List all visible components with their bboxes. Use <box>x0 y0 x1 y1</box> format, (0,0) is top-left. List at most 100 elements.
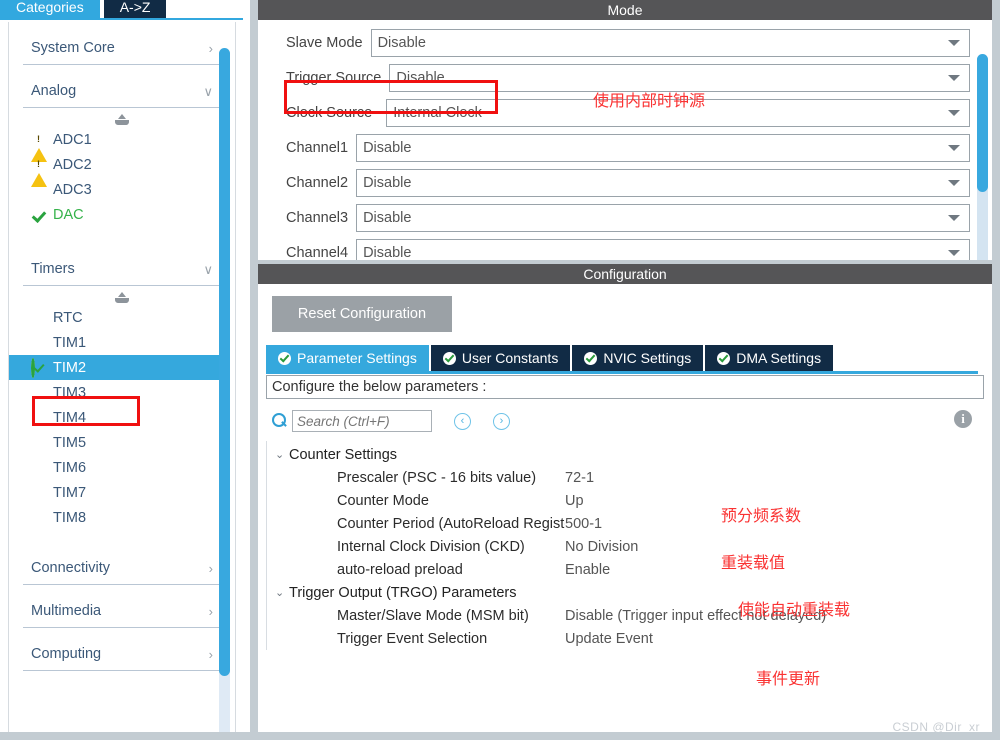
mode-panel-scrollbar[interactable] <box>977 54 988 260</box>
tab-user-constants[interactable]: User Constants <box>430 345 571 371</box>
info-icon[interactable]: i <box>954 410 972 428</box>
tab-dma-settings[interactable]: DMA Settings <box>705 345 834 371</box>
sidebar-item-label: RTC <box>53 309 83 326</box>
tab-label: User Constants <box>461 350 559 366</box>
param-value[interactable]: Enable <box>565 562 610 578</box>
sidebar-item-label: TIM2 <box>53 359 87 376</box>
category-group-computing: Computing › <box>23 628 221 671</box>
check-circle-icon <box>278 351 291 365</box>
param-value[interactable]: Update Event <box>565 631 653 647</box>
channel4-dropdown[interactable]: Disable <box>356 239 970 260</box>
param-row-prescaler[interactable]: Prescaler (PSC - 16 bits value) 72-1 <box>267 466 992 489</box>
param-row-clock-division[interactable]: Internal Clock Division (CKD) No Divisio… <box>267 535 992 558</box>
right-pane: Mode Slave Mode Disable Trigger Source D… <box>250 0 1000 740</box>
sidebar-item-rtc[interactable]: RTC <box>23 305 221 330</box>
category-header-timers[interactable]: Timers ∨ <box>23 257 221 286</box>
mode-panel-scrollbar-thumb[interactable] <box>977 54 988 192</box>
param-row-trigger-event-selection[interactable]: Trigger Event Selection Update Event <box>267 627 992 650</box>
category-group-timers: Timers ∨ RTC TIM1 TIM2 TIM3 TIM4 TIM5 TI… <box>9 227 221 530</box>
sidebar-item-tim4[interactable]: TIM4 <box>23 405 221 430</box>
param-value[interactable]: Up <box>565 493 584 509</box>
mode-panel-body: Slave Mode Disable Trigger Source Disabl… <box>258 20 992 260</box>
param-value[interactable]: No Division <box>565 539 638 555</box>
tab-nvic-settings[interactable]: NVIC Settings <box>572 345 704 371</box>
reset-configuration-button[interactable]: Reset Configuration <box>272 296 452 332</box>
chevron-down-icon[interactable]: ⌄ <box>275 448 289 461</box>
sidebar-item-tim6[interactable]: TIM6 <box>23 455 221 480</box>
sidebar-item-tim2[interactable]: TIM2 <box>9 355 221 380</box>
sidebar-item-adc1[interactable]: ADC1 <box>23 127 221 162</box>
channel1-dropdown[interactable]: Disable <box>356 134 970 162</box>
param-row-counter-period[interactable]: Counter Period (AutoReload Register - 16… <box>267 512 992 535</box>
param-value[interactable]: 72-1 <box>565 470 594 486</box>
list-scroll-up-nub[interactable] <box>115 114 129 125</box>
list-scroll-up-nub[interactable] <box>115 292 129 303</box>
ip-list-analog: ADC1 ADC2 ADC3 DAC <box>23 127 221 227</box>
search-input[interactable] <box>292 410 432 432</box>
sidebar-tab-categories[interactable]: Categories <box>0 0 100 20</box>
category-title: System Core <box>31 40 115 56</box>
param-name: Internal Clock Division (CKD) <box>337 538 525 555</box>
sidebar-item-dac[interactable]: DAC <box>23 202 221 227</box>
mode-row-channel4: Channel4 Disable <box>258 238 992 260</box>
chevron-down-icon <box>948 75 960 81</box>
sidebar-item-tim8[interactable]: TIM8 <box>23 505 221 530</box>
mode-label-clock-source: Clock Source <box>286 105 373 121</box>
sidebar-item-tim1[interactable]: TIM1 <box>23 330 221 355</box>
sidebar-item-adc3[interactable]: ADC3 <box>23 177 221 202</box>
channel3-dropdown[interactable]: Disable <box>356 204 970 232</box>
search-prev-icon[interactable]: ‹ <box>454 412 471 430</box>
mode-label-channel4: Channel4 <box>286 245 349 260</box>
category-header-system-core[interactable]: System Core › <box>23 36 221 65</box>
mode-label-trigger-source: Trigger Source <box>286 70 382 86</box>
param-name: Prescaler (PSC - 16 bits value) <box>337 469 537 486</box>
param-row-counter-mode[interactable]: Counter Mode Up <box>267 489 992 512</box>
category-header-analog[interactable]: Analog ∨ <box>23 79 221 108</box>
param-row-master-slave-mode[interactable]: Master/Slave Mode (MSM bit) Disable (Tri… <box>267 604 992 627</box>
search-icon <box>270 412 288 430</box>
sidebar-item-tim7[interactable]: TIM7 <box>23 480 221 505</box>
sidebar-item-label: DAC <box>53 206 84 223</box>
sidebar-item-label: ADC2 <box>53 156 92 173</box>
category-header-multimedia[interactable]: Multimedia › <box>23 599 221 628</box>
mode-panel: Mode Slave Mode Disable Trigger Source D… <box>258 0 992 260</box>
sidebar-item-tim5[interactable]: TIM5 <box>23 430 221 455</box>
mode-row-channel2: Channel2 Disable <box>258 168 992 198</box>
annotation-text-trigger-event: 事件更新 <box>756 669 821 688</box>
chevron-down-icon <box>948 145 960 151</box>
sidebar-tab-a-to-z[interactable]: A->Z <box>103 0 167 20</box>
chevron-right-icon: › <box>208 40 213 56</box>
category-title: Analog <box>31 83 77 99</box>
category-group-multimedia: Multimedia › <box>23 585 221 628</box>
configuration-tab-bar: Parameter Settings User Constants NVIC S… <box>266 345 992 371</box>
tree-group-trgo-parameters[interactable]: ⌄ Trigger Output (TRGO) Parameters <box>267 581 992 604</box>
channel2-dropdown[interactable]: Disable <box>356 169 970 197</box>
check-circle-icon <box>442 351 456 365</box>
sidebar-item-label: TIM7 <box>53 484 87 501</box>
category-group-system-core: System Core › <box>23 22 221 65</box>
category-header-connectivity[interactable]: Connectivity › <box>23 556 221 585</box>
mode-label-slave-mode: Slave Mode <box>286 35 363 51</box>
search-next-icon[interactable]: › <box>493 412 510 430</box>
mode-panel-title: Mode <box>258 0 992 20</box>
param-name: Master/Slave Mode (MSM bit) <box>337 607 529 624</box>
param-name: Counter Period (AutoReload Register - 16… <box>337 515 565 532</box>
sidebar-item-tim3[interactable]: TIM3 <box>23 380 221 405</box>
mode-label-channel1: Channel1 <box>286 140 349 156</box>
slave-mode-dropdown[interactable]: Disable <box>370 29 970 57</box>
watermark: CSDN @Dir_xr <box>892 720 980 732</box>
category-header-computing[interactable]: Computing › <box>23 642 221 671</box>
app-window: Categories A->Z System Core › Analog ∨ !… <box>0 0 1000 740</box>
tree-group-counter-settings[interactable]: ⌄ Counter Settings <box>267 443 992 466</box>
param-value[interactable]: 500-1 <box>565 516 602 532</box>
ip-tree-sidebar: Categories A->Z System Core › Analog ∨ !… <box>0 0 250 740</box>
chevron-down-icon[interactable]: ⌄ <box>275 586 289 599</box>
param-name: auto-reload preload <box>337 561 463 578</box>
configure-hint-bar: Configure the below parameters : <box>266 375 984 399</box>
tab-parameter-settings[interactable]: Parameter Settings <box>266 345 429 371</box>
param-row-auto-reload-preload[interactable]: auto-reload preload Enable <box>267 558 992 581</box>
sidebar-item-adc2[interactable]: ADC2 <box>23 152 221 187</box>
sidebar-scrollbar[interactable] <box>219 48 230 735</box>
annotation-text-auto-reload: 使能自动重装载 <box>738 600 851 619</box>
sidebar-scrollbar-thumb[interactable] <box>219 48 230 676</box>
